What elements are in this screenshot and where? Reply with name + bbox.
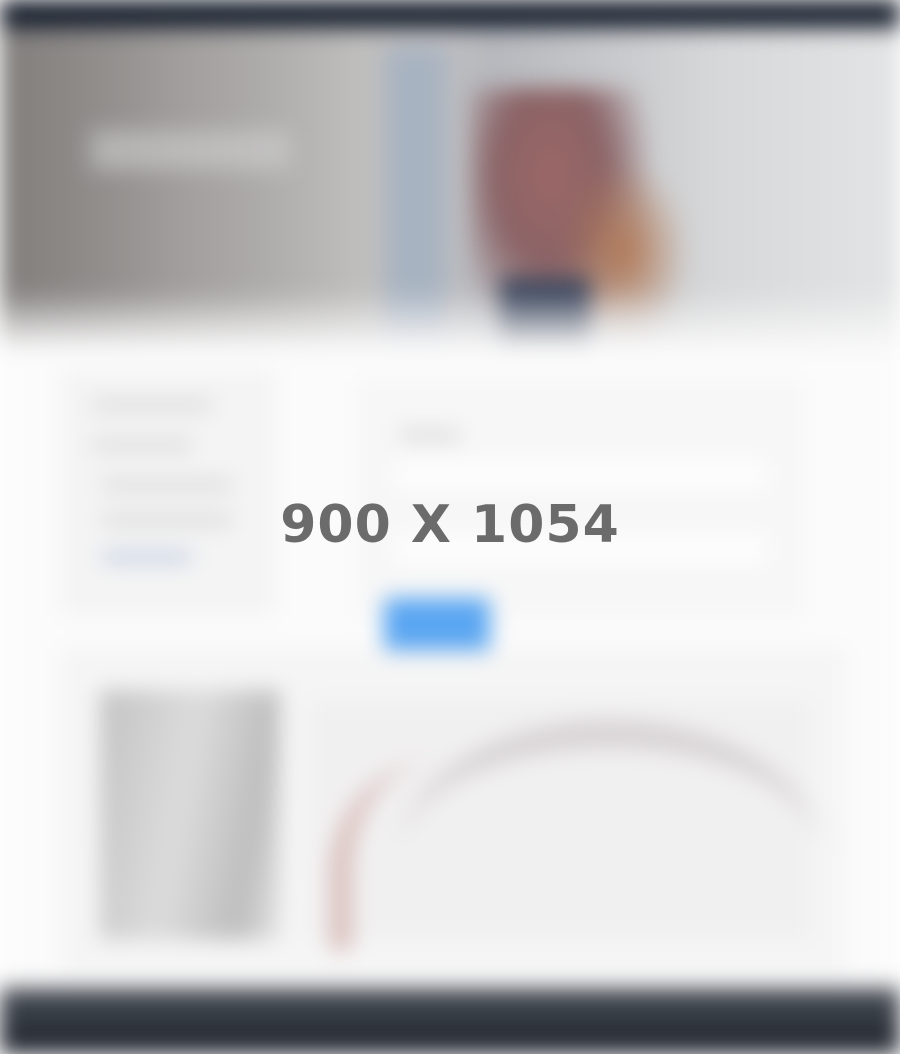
sidebar-line: [92, 440, 192, 450]
footer-bar: [0, 988, 900, 1054]
hero-fade: [0, 290, 900, 350]
image-arc-accent: [330, 760, 512, 950]
dimension-label: 900 X 1054: [280, 495, 620, 555]
form-label: [400, 430, 460, 440]
sidebar-line: [92, 400, 212, 410]
hero-banner: [0, 28, 900, 350]
form-field[interactable]: [390, 455, 772, 493]
product-image-right: [310, 700, 820, 950]
sidebar-line: [102, 480, 232, 490]
product-image-left: [100, 690, 280, 940]
hero-title-block: [90, 130, 290, 170]
